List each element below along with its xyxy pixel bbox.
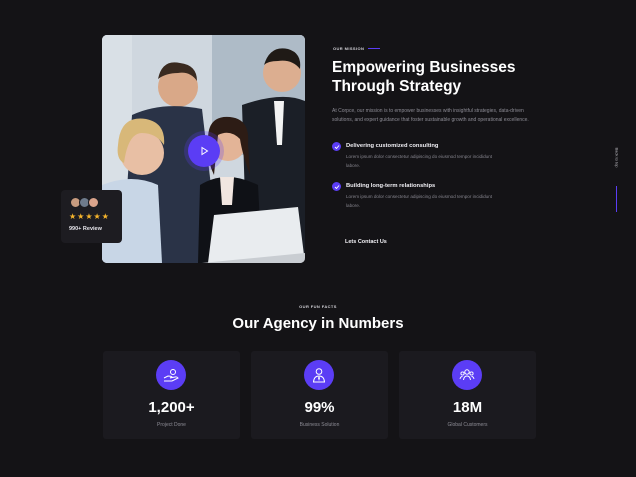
stat-card: 99% Business Solution (251, 351, 388, 439)
facts-title: Our Agency in Numbers (232, 315, 404, 332)
stat-label: Business Solution (299, 422, 340, 428)
star-icon: ★ (101, 212, 109, 221)
mission-intro: At Corpce, our mission is to empower bus… (332, 108, 529, 123)
play-icon (201, 146, 209, 156)
feature-description: Lorem ipsum dolor consectetur adipiscing… (346, 194, 493, 208)
stat-label: Global Customers (447, 422, 488, 428)
star-icon: ★ (93, 212, 101, 221)
play-video-button[interactable] (188, 135, 220, 167)
review-count: 990+ Review (69, 226, 102, 232)
stat-value: 99% (304, 399, 335, 416)
star-icon: ★ (85, 212, 93, 221)
feature-title: Building long-term relationships (346, 183, 436, 189)
rating-stars: ★ ★ ★ ★ ★ (69, 213, 109, 221)
back-to-top-label: Back to top (614, 147, 620, 168)
stat-label: Project Done (157, 422, 186, 428)
stat-card: 1,200+ Project Done (103, 351, 240, 439)
mission-tag-label: OUR MISSION (333, 46, 365, 51)
star-icon: ★ (77, 212, 85, 221)
stat-value: 1,200+ (148, 399, 195, 416)
scroll-indicator-line (616, 186, 617, 212)
facts-tag: OUR FUN FACTS (299, 304, 337, 309)
avatar (88, 197, 99, 208)
businessman-icon (304, 360, 334, 390)
back-to-top-button[interactable]: Back to top (612, 147, 622, 214)
stat-value: 18M (452, 399, 483, 416)
tag-divider (368, 48, 381, 49)
contact-us-link[interactable]: Lets Contact Us (345, 239, 387, 245)
mission-tag: OUR MISSION (333, 46, 381, 51)
feature-title: Delivering customized consulting (346, 143, 439, 149)
reviewer-avatars (70, 197, 99, 208)
hand-coins-icon (156, 360, 186, 390)
mission-headline: Empowering Businesses Through Strategy (332, 59, 516, 95)
feature-description: Lorem ipsum dolor consectetur adipiscing… (346, 154, 493, 168)
stat-card: 18M Global Customers (399, 351, 536, 439)
star-icon: ★ (69, 212, 77, 221)
check-icon (332, 182, 341, 191)
review-card: ★ ★ ★ ★ ★ 990+ Review (61, 190, 122, 243)
team-icon (452, 360, 482, 390)
check-icon (332, 142, 341, 151)
